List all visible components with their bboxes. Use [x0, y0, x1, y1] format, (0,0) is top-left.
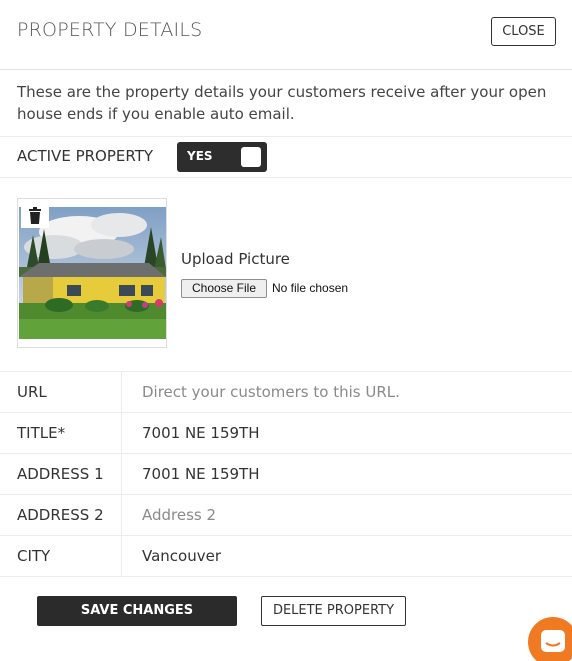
field-divider: [121, 372, 122, 576]
address2-input[interactable]: Address 2: [142, 506, 216, 524]
delete-property-button[interactable]: DELETE PROPERTY: [261, 596, 406, 626]
active-property-label: ACTIVE PROPERTY: [17, 147, 154, 165]
divider: [0, 371, 572, 372]
modal-header: PROPERTY DETAILS CLOSE: [0, 0, 572, 70]
divider: [0, 494, 572, 495]
address1-input[interactable]: 7001 NE 159TH: [142, 465, 259, 483]
divider: [0, 453, 572, 454]
page-title: PROPERTY DETAILS: [17, 19, 203, 41]
active-property-toggle[interactable]: YES: [177, 142, 267, 172]
property-photo-frame: [17, 198, 167, 348]
address2-label: ADDRESS 2: [17, 506, 104, 524]
city-input[interactable]: Vancouver: [142, 547, 221, 565]
divider: [0, 412, 572, 413]
save-changes-button[interactable]: SAVE CHANGES: [37, 596, 237, 626]
chat-icon: [541, 630, 565, 652]
toggle-knob: [241, 147, 261, 167]
address1-label: ADDRESS 1: [17, 465, 104, 483]
divider: [0, 576, 572, 577]
title-input[interactable]: 7001 NE 159TH: [142, 424, 259, 442]
divider: [0, 177, 572, 178]
description-text: These are the property details your cust…: [17, 83, 547, 123]
title-label: TITLE*: [17, 424, 66, 442]
divider: [0, 136, 572, 137]
trash-icon: [29, 207, 41, 224]
choose-file-button[interactable]: Choose File: [181, 279, 267, 298]
url-label: URL: [17, 383, 47, 401]
close-button[interactable]: CLOSE: [491, 17, 556, 46]
divider: [0, 535, 572, 536]
upload-picture-label: Upload Picture: [181, 250, 290, 268]
city-label: CITY: [17, 547, 51, 565]
chat-launcher-button[interactable]: [528, 617, 572, 661]
toggle-label: YES: [187, 149, 213, 163]
delete-photo-button[interactable]: [21, 202, 49, 228]
file-status-text: No file chosen: [272, 281, 349, 295]
url-input[interactable]: Direct your customers to this URL.: [142, 383, 400, 401]
